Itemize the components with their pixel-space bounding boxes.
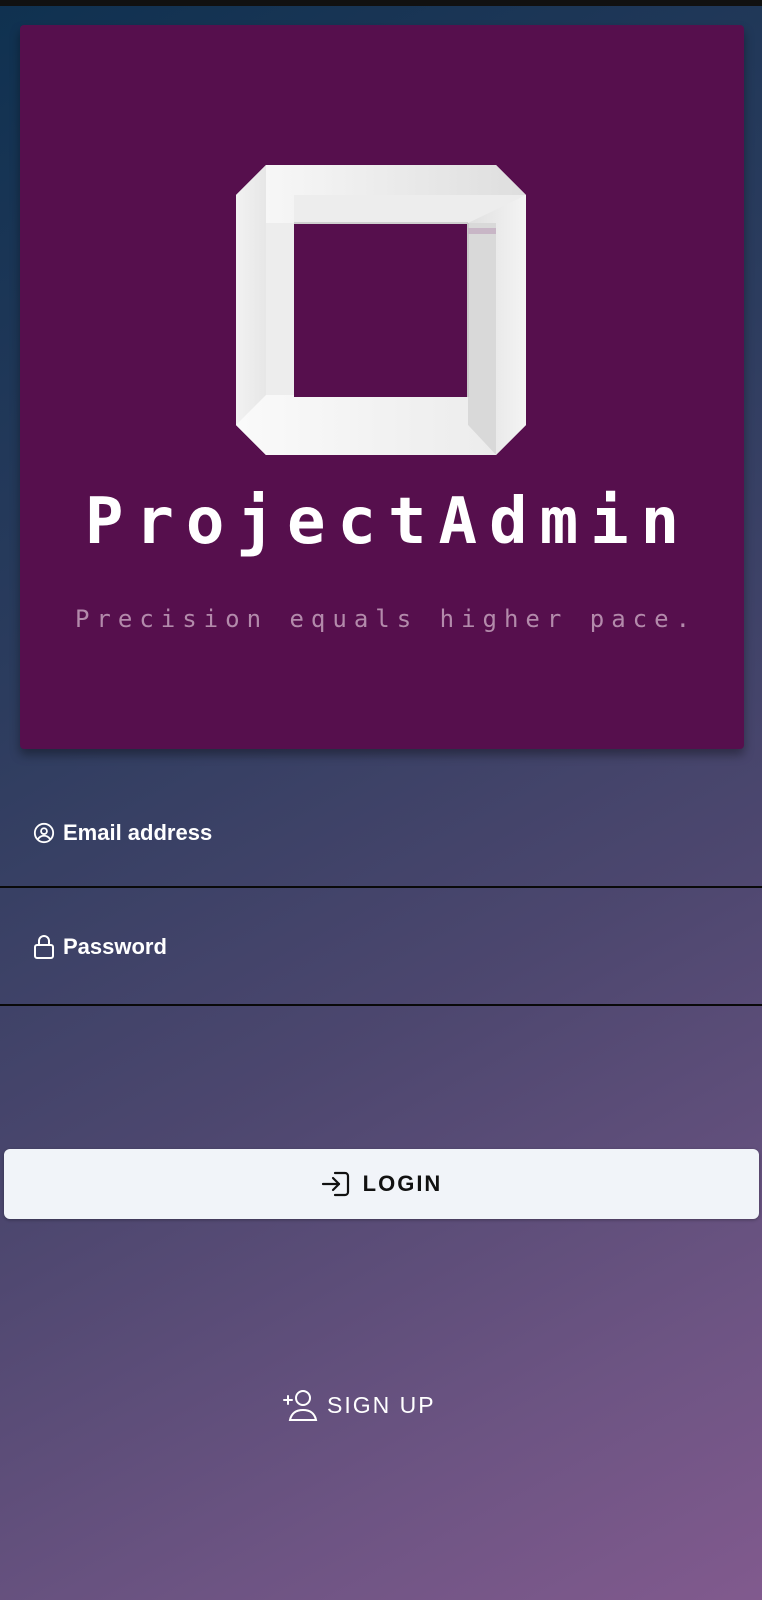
impossible-square-logo [236, 165, 526, 455]
signup-button[interactable]: SIGN UP [281, 1380, 436, 1430]
password-field[interactable]: Password [0, 888, 762, 1006]
email-label-text: Email address [63, 820, 213, 845]
status-bar [0, 0, 762, 6]
brand-title: ProjectAdmin [84, 485, 692, 559]
email-label: Email address [33, 820, 212, 846]
add-user-icon [283, 1390, 318, 1421]
brand-hero-card: ProjectAdmin Precision equals higher pac… [20, 25, 744, 749]
signup-button-label: SIGN UP [327, 1391, 436, 1418]
lock-icon [34, 935, 54, 959]
brand-tagline: Precision equals higher pace. [74, 605, 698, 633]
login-button-label: LOGIN [362, 1171, 443, 1196]
email-field[interactable]: Email address [0, 770, 762, 888]
password-label-text: Password [63, 934, 167, 959]
login-button[interactable]: LOGIN [4, 1149, 759, 1219]
login-arrow-icon [321, 1171, 349, 1197]
password-label: Password [33, 934, 167, 960]
user-circle-icon [33, 822, 55, 844]
